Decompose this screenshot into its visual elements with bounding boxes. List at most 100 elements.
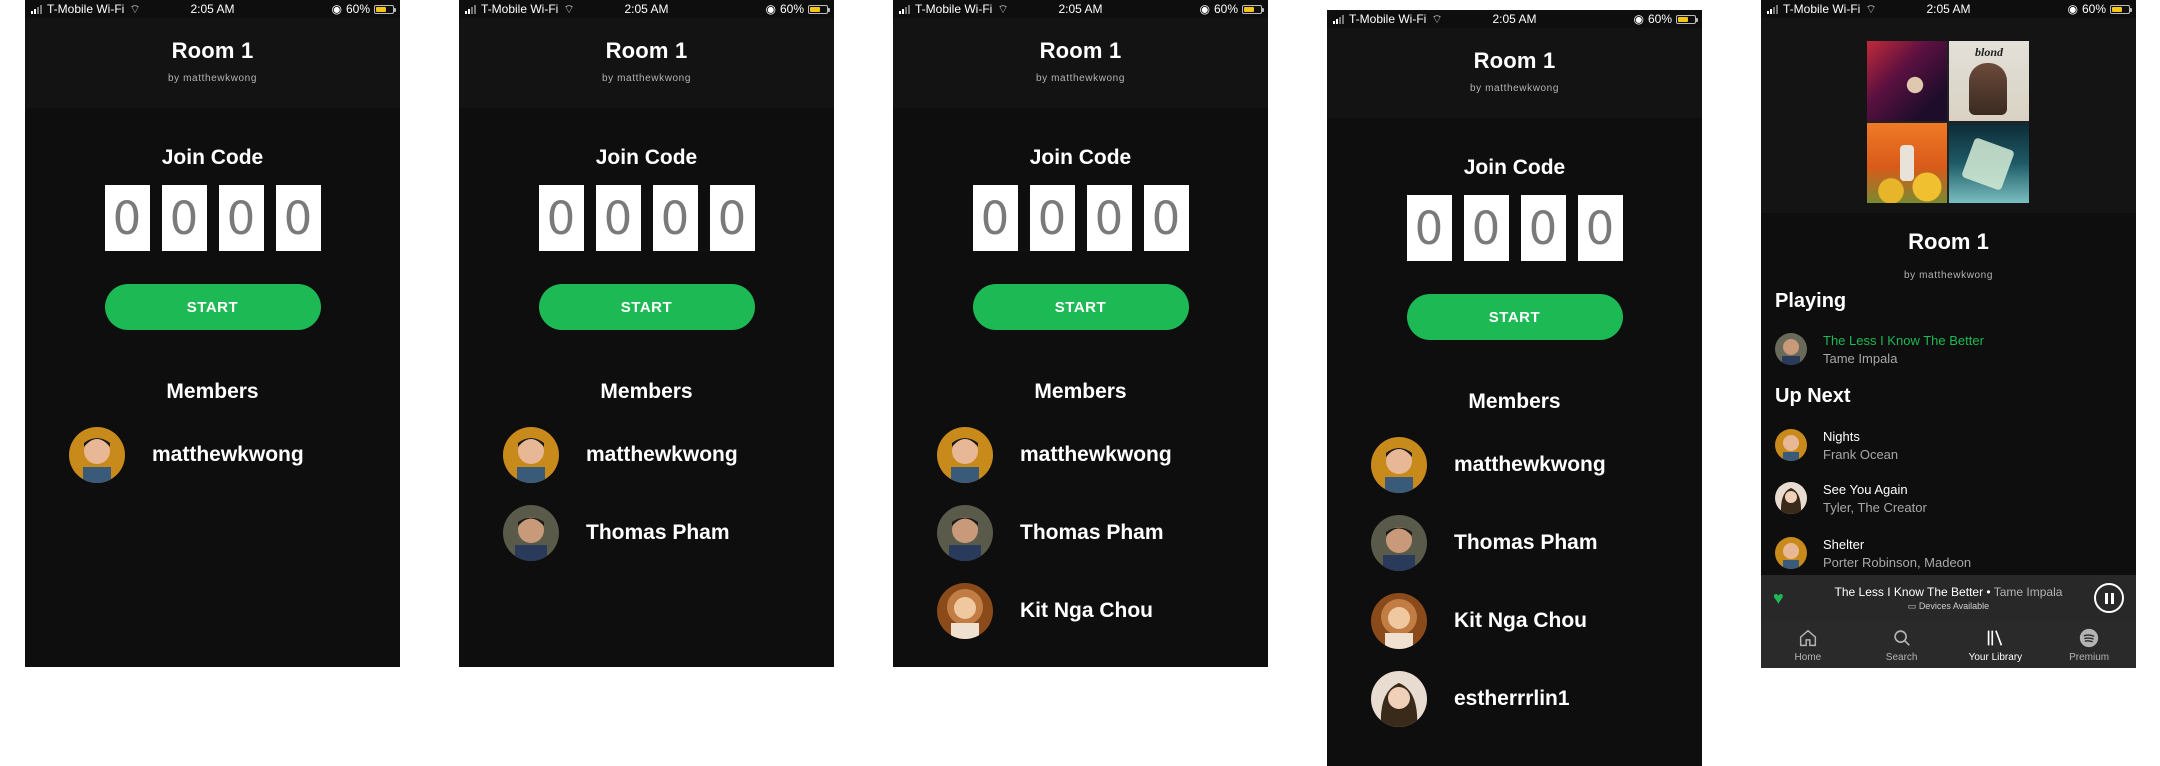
room-header: Room 1 by matthewkwong [459, 18, 834, 108]
tab-bar: Home Search Your Library Premium [1761, 621, 2136, 668]
start-button[interactable]: START [104, 284, 321, 330]
track-title: Nights [1823, 428, 1860, 444]
track-artist: Tyler, The Creator [1823, 499, 1927, 515]
member-item: estherrrlin1 [1327, 660, 1702, 738]
member-list: matthewkwong Thomas Pham Kit Nga Chou es… [1327, 426, 1702, 738]
wifi-icon: ⌔ [1865, 1, 1877, 16]
rotation-lock-icon: ◉ [1633, 12, 1644, 26]
room-owner: by matthewkwong [167, 73, 258, 84]
playing-heading: Playing [1775, 290, 1847, 312]
battery-icon [808, 4, 830, 14]
avatar [937, 505, 993, 561]
member-item: matthewkwong [459, 416, 834, 494]
tab-your-library[interactable]: Your Library [1949, 621, 2043, 668]
room-title: Room 1 [171, 38, 254, 63]
phone-screen-4: T-Mobile Wi-Fi ⌔ 2:05 AM ◉ 60% Room 1 by m… [1327, 10, 1702, 766]
status-bar: T-Mobile Wi-Fi ⌔ 2:05 AM ◉ 60% [459, 0, 834, 18]
join-code-label: Join Code [1463, 156, 1566, 179]
avatar [1371, 671, 1427, 727]
code-digit: 0 [161, 185, 207, 251]
room-title: Room 1 [605, 38, 688, 63]
tab-home[interactable]: Home [1761, 621, 1855, 668]
album-art-text: blond [1974, 45, 2003, 59]
up-next-heading: Up Next [1775, 385, 1851, 407]
tab-label: Home [1794, 651, 1822, 663]
battery-icon [374, 4, 396, 14]
track-artist: Porter Robinson, Madeon [1823, 554, 1972, 570]
code-digit: 0 [1143, 185, 1189, 251]
member-item: Kit Nga Chou [1327, 582, 1702, 660]
room-title: Room 1 [1039, 38, 1122, 63]
battery-icon [2110, 4, 2132, 14]
room-title: Room 1 [1908, 229, 1989, 254]
heart-icon[interactable]: ♥ [1773, 588, 1803, 609]
signal-icon [31, 4, 42, 14]
members-label: Members [166, 380, 259, 403]
phone-screen-1: T-Mobile Wi-Fi ⌔ 2:05 AM ◉ 60% Room 1 by m… [25, 0, 400, 667]
album-art [1949, 123, 2029, 203]
code-digit: 0 [1406, 195, 1452, 261]
playlist-cover: blond [1867, 41, 2029, 203]
member-name: matthewkwong [586, 443, 738, 466]
track-thumbnail [1775, 429, 1807, 461]
wifi-icon: ⌔ [997, 1, 1009, 16]
join-code-label: Join Code [595, 146, 698, 169]
rotation-lock-icon: ◉ [2067, 2, 2078, 16]
member-name: estherrrlin1 [1454, 687, 1570, 710]
signal-icon [1767, 4, 1778, 14]
join-code-label: Join Code [161, 146, 264, 169]
member-name: Thomas Pham [1020, 521, 1164, 544]
start-button[interactable]: START [972, 284, 1189, 330]
queue-item[interactable]: Shelter Porter Robinson, Madeon [1775, 533, 2136, 573]
member-item: matthewkwong [1327, 426, 1702, 504]
room-owner: by matthewkwong [1469, 83, 1560, 94]
code-digit: 0 [1029, 185, 1075, 251]
code-digit: 0 [652, 185, 698, 251]
tab-premium[interactable]: Premium [2042, 621, 2136, 668]
signal-icon [899, 4, 910, 14]
status-bar: T-Mobile Wi-Fi ⌔ 2:05 AM ◉ 60% [25, 0, 400, 18]
tab-label: Your Library [1968, 651, 2023, 663]
track-title: The Less I Know The Better [1823, 332, 1984, 348]
tab-label: Search [1885, 651, 1918, 663]
start-button[interactable]: START [1406, 294, 1623, 340]
track-thumbnail [1775, 482, 1807, 514]
battery-percent: 60% [345, 2, 370, 16]
album-art: blond [1949, 41, 2029, 121]
album-art [1867, 123, 1947, 203]
phone-screen-5: T-Mobile Wi-Fi ⌔ 2:05 AM ◉ 60% blond Room … [1761, 0, 2136, 668]
member-list: matthewkwong Thomas Pham [459, 416, 834, 572]
code-digit: 0 [1086, 185, 1132, 251]
track-artist: Tame Impala [1823, 350, 1898, 366]
spotify-icon [2079, 628, 2099, 647]
battery-percent: 60% [2081, 2, 2106, 16]
rotation-lock-icon: ◉ [765, 2, 776, 16]
join-code: 0 0 0 0 [1327, 195, 1702, 261]
wifi-icon: ⌔ [563, 1, 575, 16]
pause-button[interactable] [2094, 583, 2124, 613]
avatar [503, 505, 559, 561]
members-label: Members [1034, 380, 1127, 403]
avatar [1371, 515, 1427, 571]
room-title: Room 1 [1473, 48, 1556, 73]
member-list: matthewkwong [25, 416, 400, 494]
tab-search[interactable]: Search [1855, 621, 1949, 668]
album-art [1867, 41, 1947, 121]
track-title: Shelter [1823, 536, 1865, 552]
now-playing-track[interactable]: The Less I Know The Better Tame Impala [1775, 329, 2136, 369]
battery-icon [1242, 4, 1264, 14]
members-label: Members [1468, 390, 1561, 413]
wifi-icon: ⌔ [1431, 11, 1443, 26]
code-digit: 0 [538, 185, 584, 251]
member-item: Thomas Pham [893, 494, 1268, 572]
mini-player[interactable]: ♥ The Less I Know The Better • Tame Impa… [1761, 575, 2136, 621]
room-header: Room 1 by matthewkwong [1327, 28, 1702, 118]
start-button[interactable]: START [538, 284, 755, 330]
queue-item[interactable]: See You Again Tyler, The Creator [1775, 478, 2136, 518]
signal-icon [465, 4, 476, 14]
carrier-label: T-Mobile Wi-Fi [47, 2, 125, 16]
queue-item[interactable]: Nights Frank Ocean [1775, 425, 2136, 465]
devices-available-label[interactable]: Devices Available [1919, 601, 1989, 611]
battery-percent: 60% [1213, 2, 1238, 16]
avatar [1371, 437, 1427, 493]
